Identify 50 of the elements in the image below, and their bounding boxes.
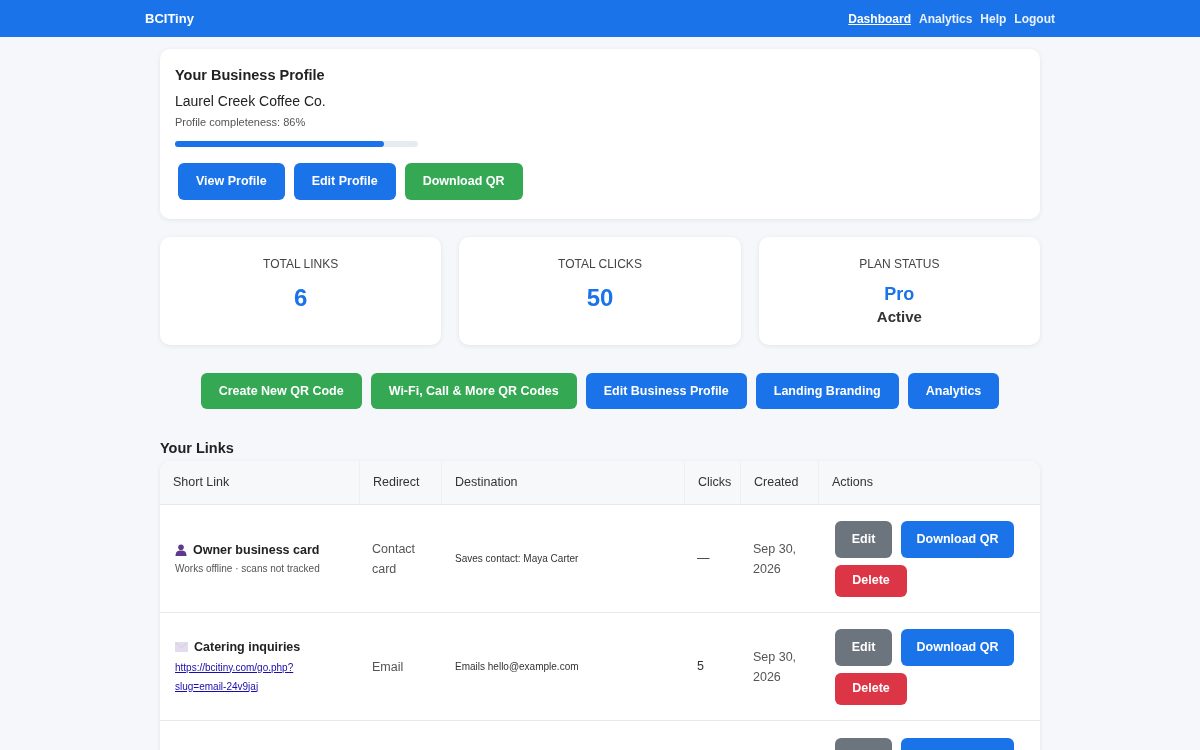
nav-link[interactable]: Help bbox=[980, 9, 1007, 28]
action-button[interactable]: Create New QR Code bbox=[200, 373, 362, 409]
stat-label: TOTAL CLICKS bbox=[558, 256, 642, 272]
action-button[interactable]: Analytics bbox=[907, 373, 1000, 409]
nav-link[interactable]: Dashboard bbox=[848, 9, 911, 28]
profile-button[interactable]: Edit Profile bbox=[293, 163, 396, 200]
plan-status: Active bbox=[876, 307, 922, 327]
column-header: Redirect bbox=[373, 474, 420, 492]
column-header: Short Link bbox=[173, 474, 230, 492]
destination-text: Emails hello@example.com bbox=[455, 659, 579, 674]
nav-link[interactable]: Analytics bbox=[918, 9, 973, 28]
column-header: Clicks bbox=[698, 474, 732, 492]
action-button[interactable]: Edit Business Profile bbox=[585, 373, 747, 409]
column-header: Created bbox=[754, 474, 799, 492]
redirect-type: Contact card bbox=[372, 540, 417, 578]
short-link[interactable]: https://bcitiny.com/go.php?slug=email-24v9jaj bbox=[175, 657, 344, 696]
column-header: Destination bbox=[455, 474, 518, 492]
profile-title: Your Business Profile bbox=[175, 66, 326, 84]
link-note: Works offline · scans not tracked bbox=[175, 562, 321, 576]
stat-value: 50 bbox=[586, 284, 614, 312]
link-title: Owner business card bbox=[193, 542, 320, 559]
destination-text: Saves contact: Maya Carter bbox=[455, 551, 579, 566]
delete-button[interactable]: Delete bbox=[835, 672, 907, 705]
completeness-label: Profile completeness: 86% bbox=[175, 115, 307, 129]
edit-button[interactable]: Edit bbox=[835, 628, 892, 666]
download-qr-button[interactable]: Download QR bbox=[901, 628, 1014, 666]
delete-button[interactable]: Delete bbox=[835, 564, 907, 597]
brand-logo[interactable]: BCITiny bbox=[145, 8, 194, 29]
stat-label: TOTAL LINKS bbox=[263, 256, 339, 272]
created-date: Sep 30, 2026 bbox=[753, 540, 798, 578]
stat-value: Pro bbox=[884, 283, 915, 305]
redirect-type: Email bbox=[372, 658, 404, 676]
download-qr-button[interactable]: Download QR bbox=[901, 520, 1014, 558]
download-qr-button[interactable]: Download QR bbox=[404, 163, 523, 200]
profile-button[interactable]: View Profile bbox=[178, 163, 285, 200]
edit-button[interactable]: Edit bbox=[835, 520, 892, 558]
business-name: Laurel Creek Coffee Co. bbox=[175, 92, 327, 110]
links-heading: Your Links bbox=[160, 439, 235, 457]
stat-label: PLAN STATUS bbox=[859, 256, 940, 272]
stat-value: 6 bbox=[294, 284, 308, 312]
created-date: Sep 30, 2026 bbox=[753, 648, 798, 686]
action-button[interactable]: Wi-Fi, Call & More QR Codes bbox=[370, 373, 577, 409]
person-icon bbox=[175, 544, 187, 556]
clicks-count: 5 bbox=[697, 658, 704, 676]
column-header: Actions bbox=[832, 474, 873, 492]
link-title: Catering inquiries bbox=[194, 638, 301, 656]
envelope-icon bbox=[175, 641, 188, 652]
clicks-count: — bbox=[697, 550, 710, 568]
nav-link[interactable]: Logout bbox=[1014, 9, 1055, 28]
action-button[interactable]: Landing Branding bbox=[755, 373, 899, 409]
